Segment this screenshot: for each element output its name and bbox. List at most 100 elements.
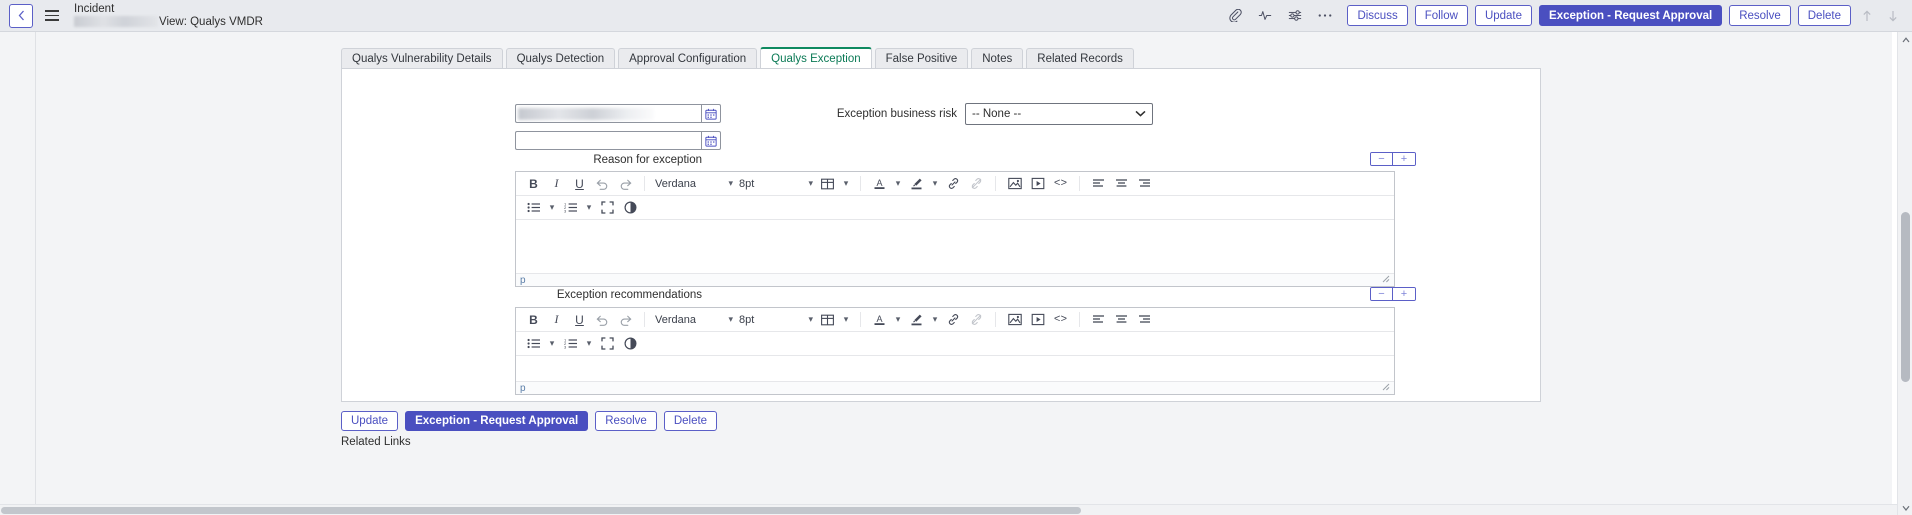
contrast-icon[interactable] xyxy=(621,334,640,353)
fullscreen-icon[interactable] xyxy=(598,334,617,353)
numbered-list-icon[interactable]: 123 xyxy=(561,198,580,217)
chevron-down-icon[interactable]: ▾ xyxy=(583,198,595,217)
insert-image-icon[interactable] xyxy=(1005,310,1024,329)
chevron-down-icon: ▾ xyxy=(808,178,813,189)
horizontal-scrollbar-thumb[interactable] xyxy=(1,507,1081,514)
more-options-icon[interactable] xyxy=(1314,5,1336,27)
resolve-button[interactable]: Resolve xyxy=(1729,5,1791,26)
underline-icon[interactable]: U xyxy=(570,310,589,329)
insert-image-icon[interactable] xyxy=(1005,174,1024,193)
tab-approval-configuration[interactable]: Approval Configuration xyxy=(618,48,757,69)
insert-link-icon[interactable] xyxy=(944,174,963,193)
font-family-select[interactable]: Verdana ▾ xyxy=(652,174,736,193)
reason-collapse-button[interactable]: − xyxy=(1371,153,1393,165)
arrow-down-icon[interactable] xyxy=(1883,6,1903,26)
insert-video-icon[interactable] xyxy=(1028,174,1047,193)
tab-qualys-detection[interactable]: Qualys Detection xyxy=(506,48,616,69)
italic-icon[interactable]: I xyxy=(547,310,566,329)
align-center-icon[interactable] xyxy=(1112,310,1131,329)
italic-icon[interactable]: I xyxy=(547,174,566,193)
chevron-down-icon[interactable]: ▾ xyxy=(840,310,852,329)
footer-resolve-button[interactable]: Resolve xyxy=(595,411,657,431)
font-size-select[interactable]: 8pt ▾ xyxy=(736,174,816,193)
footer-exception-request-approval-button[interactable]: Exception - Request Approval xyxy=(405,411,588,431)
update-button[interactable]: Update xyxy=(1475,5,1532,26)
text-color-icon[interactable]: A xyxy=(870,174,889,193)
chevron-down-icon[interactable]: ▾ xyxy=(929,174,941,193)
contrast-icon[interactable] xyxy=(621,198,640,217)
undo-icon[interactable] xyxy=(593,310,612,329)
align-left-icon[interactable] xyxy=(1089,174,1108,193)
numbered-list-icon[interactable]: 123 xyxy=(561,334,580,353)
font-family-value: Verdana xyxy=(655,314,696,326)
tab-notes[interactable]: Notes xyxy=(971,48,1023,69)
bullet-list-icon[interactable] xyxy=(524,334,543,353)
exception-recommendations-textarea[interactable] xyxy=(516,356,1394,381)
tab-false-positive[interactable]: False Positive xyxy=(875,48,969,69)
undo-icon[interactable] xyxy=(593,174,612,193)
tab-qualys-exception[interactable]: Qualys Exception xyxy=(760,47,872,69)
arrow-up-icon[interactable] xyxy=(1857,6,1877,26)
reason-expand-button[interactable]: + xyxy=(1393,153,1415,165)
align-left-icon[interactable] xyxy=(1089,310,1108,329)
resize-handle-icon[interactable] xyxy=(1382,275,1390,285)
chevron-down-icon[interactable]: ▾ xyxy=(892,310,904,329)
chevron-down-icon[interactable]: ▾ xyxy=(929,310,941,329)
table-icon[interactable] xyxy=(818,310,837,329)
highlight-color-icon[interactable] xyxy=(907,174,926,193)
follow-button[interactable]: Follow xyxy=(1415,5,1468,26)
bullet-list-icon[interactable] xyxy=(524,198,543,217)
scroll-down-icon[interactable] xyxy=(1898,500,1912,515)
fullscreen-icon[interactable] xyxy=(598,198,617,217)
vertical-scrollbar[interactable] xyxy=(1897,32,1912,515)
font-size-select[interactable]: 8pt ▾ xyxy=(736,310,816,329)
exception-request-approval-button[interactable]: Exception - Request Approval xyxy=(1539,5,1722,26)
recommendations-editor-status-bar: p xyxy=(516,381,1394,394)
menu-button[interactable] xyxy=(45,7,63,25)
exception-valid-from-input[interactable] xyxy=(515,104,701,123)
bold-icon[interactable]: B xyxy=(524,174,543,193)
chevron-down-icon[interactable]: ▾ xyxy=(546,334,558,353)
recommendations-expand-button[interactable]: + xyxy=(1393,288,1415,300)
delete-button[interactable]: Delete xyxy=(1798,5,1851,26)
footer-delete-button[interactable]: Delete xyxy=(664,411,717,431)
highlight-color-icon[interactable] xyxy=(907,310,926,329)
chevron-down-icon[interactable]: ▾ xyxy=(583,334,595,353)
align-right-icon[interactable] xyxy=(1135,174,1154,193)
exception-business-risk-select[interactable]: -- None -- xyxy=(965,103,1153,125)
source-code-icon[interactable]: <> xyxy=(1051,174,1070,193)
calendar-icon[interactable] xyxy=(701,131,721,150)
attachment-icon[interactable] xyxy=(1224,5,1246,27)
font-family-select[interactable]: Verdana ▾ xyxy=(652,310,736,329)
chevron-down-icon[interactable]: ▾ xyxy=(840,174,852,193)
bold-icon[interactable]: B xyxy=(524,310,543,329)
align-center-icon[interactable] xyxy=(1112,174,1131,193)
chevron-down-icon[interactable]: ▾ xyxy=(892,174,904,193)
activity-icon[interactable] xyxy=(1254,5,1276,27)
discuss-button[interactable]: Discuss xyxy=(1347,5,1407,26)
align-right-icon[interactable] xyxy=(1135,310,1154,329)
reason-for-exception-textarea[interactable] xyxy=(516,220,1394,273)
redo-icon[interactable] xyxy=(616,174,635,193)
tab-qualys-vulnerability-details[interactable]: Qualys Vulnerability Details xyxy=(341,48,503,69)
exception-valid-to-input[interactable] xyxy=(515,131,701,150)
underline-icon[interactable]: U xyxy=(570,174,589,193)
scroll-up-icon[interactable] xyxy=(1898,32,1912,47)
table-icon[interactable] xyxy=(818,174,837,193)
redo-icon[interactable] xyxy=(616,310,635,329)
vertical-scrollbar-thumb[interactable] xyxy=(1901,212,1910,382)
chevron-down-icon[interactable]: ▾ xyxy=(546,198,558,217)
insert-video-icon[interactable] xyxy=(1028,310,1047,329)
footer-update-button[interactable]: Update xyxy=(341,411,398,431)
source-code-icon[interactable]: <> xyxy=(1051,310,1070,329)
back-button[interactable] xyxy=(9,4,33,28)
recommendations-collapse-button[interactable]: − xyxy=(1371,288,1393,300)
horizontal-scrollbar[interactable] xyxy=(0,504,1897,515)
text-color-icon[interactable]: A xyxy=(870,310,889,329)
tab-related-records[interactable]: Related Records xyxy=(1026,48,1134,69)
personalize-sliders-icon[interactable] xyxy=(1284,5,1306,27)
chevron-down-icon: ▾ xyxy=(728,178,733,189)
resize-handle-icon[interactable] xyxy=(1382,383,1390,393)
insert-link-icon[interactable] xyxy=(944,310,963,329)
calendar-icon[interactable] xyxy=(701,104,721,123)
